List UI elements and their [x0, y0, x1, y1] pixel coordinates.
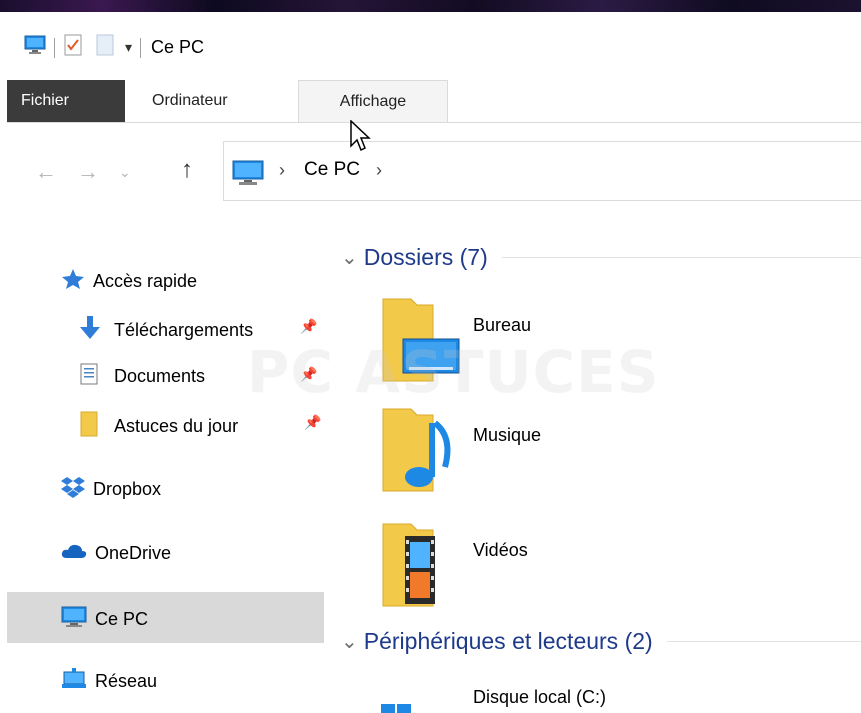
folder-item-musique[interactable]: Musique — [381, 407, 681, 497]
sidebar-item-label: Astuces du jour — [114, 416, 239, 436]
desktop-wallpaper-strip — [0, 0, 861, 12]
pin-icon[interactable]: 📌 — [300, 366, 317, 383]
group-header-dossiers[interactable]: ⌄ Dossiers (7) — [341, 244, 861, 271]
computer-icon — [24, 35, 46, 60]
chevron-down-icon[interactable]: ⌄ — [341, 629, 358, 654]
chevron-down-icon[interactable]: ⌄ — [341, 245, 358, 270]
sidebar-item-reseau[interactable]: Réseau — [61, 668, 157, 695]
address-bar[interactable]: › Ce PC › — [223, 141, 861, 201]
new-folder-icon[interactable] — [95, 34, 115, 61]
tab-affichage[interactable]: Affichage — [298, 80, 448, 122]
group-divider — [501, 257, 861, 258]
sidebar-item-label: Ce PC — [95, 609, 149, 629]
windows-drive-icon — [381, 703, 413, 713]
sidebar-item-label: Réseau — [95, 671, 158, 691]
drive-item-c[interactable]: Disque local (C:) — [381, 687, 781, 713]
folder-item-videos[interactable]: Vidéos — [381, 522, 681, 612]
qat-separator — [54, 37, 55, 58]
title-bar: ▾ Ce PC — [7, 12, 861, 80]
sidebar-item-label: Téléchargements — [114, 320, 254, 340]
sidebar-item-label: OneDrive — [95, 543, 172, 563]
group-header-peripheriques[interactable]: ⌄ Périphériques et lecteurs (2) — [341, 628, 861, 655]
sidebar-item-astuces-du-jour[interactable]: Astuces du jour 📌 — [80, 411, 321, 442]
arrow-left-icon[interactable]: ← — [35, 159, 57, 185]
document-icon — [80, 363, 98, 390]
ribbon-tabs: Fichier Ordinateur Affichage — [7, 80, 861, 122]
video-folder-icon — [381, 522, 461, 617]
star-icon — [61, 268, 85, 295]
window-title: Ce PC — [151, 37, 205, 57]
ribbon-divider — [7, 122, 861, 123]
sidebar-item-label: Accès rapide — [93, 271, 198, 291]
tab-ordinateur[interactable]: Ordinateur — [132, 80, 248, 122]
computer-icon — [232, 160, 264, 191]
sidebar-item-label: Dropbox — [93, 479, 162, 499]
folder-label: Vidéos — [473, 540, 528, 560]
breadcrumb-chevron[interactable]: › — [376, 160, 382, 181]
pin-icon[interactable]: 📌 — [300, 318, 317, 335]
navigation-pane: Accès rapide Téléchargements 📌 Documents… — [7, 202, 325, 713]
cloud-icon — [61, 542, 87, 565]
file-explorer-window: ▾ Ce PC Fichier Ordinateur Affichage ← →… — [7, 12, 861, 713]
selected-highlight — [7, 592, 324, 643]
folder-item-bureau[interactable]: Bureau — [381, 297, 681, 387]
sidebar-item-onedrive[interactable]: OneDrive — [61, 542, 171, 565]
sidebar-item-label: Documents — [114, 366, 206, 386]
breadcrumb-chevron[interactable]: › — [279, 160, 285, 181]
drive-label: Disque local (C:) — [473, 687, 607, 707]
tab-fichier[interactable]: Fichier — [7, 80, 125, 122]
desktop-folder-icon — [381, 297, 461, 392]
sidebar-item-documents[interactable]: Documents 📌 — [80, 363, 320, 390]
network-icon — [61, 668, 87, 695]
chevron-down-icon[interactable]: ⌄ — [119, 164, 131, 181]
sidebar-item-dropbox[interactable]: Dropbox — [61, 476, 161, 503]
folder-label: Musique — [473, 425, 542, 445]
mouse-cursor-icon — [350, 119, 372, 159]
quick-access-toolbar: ▾ Ce PC — [24, 34, 204, 61]
folder-icon — [80, 411, 98, 442]
group-divider — [666, 641, 861, 642]
dropbox-icon — [61, 476, 85, 503]
music-folder-icon — [381, 407, 461, 502]
content-pane: ⌄ Dossiers (7) Bureau Musique Vidéos ⌄ P… — [325, 202, 861, 713]
properties-icon[interactable] — [63, 34, 83, 61]
folder-label: Bureau — [473, 315, 532, 335]
group-title: Dossiers (7) — [363, 244, 488, 270]
sidebar-item-telechargements[interactable]: Téléchargements 📌 — [78, 315, 317, 346]
group-title: Périphériques et lecteurs (2) — [363, 628, 653, 654]
computer-icon — [61, 606, 87, 633]
breadcrumb-location[interactable]: Ce PC — [304, 159, 360, 181]
arrow-right-icon[interactable]: → — [77, 159, 99, 185]
pin-icon[interactable]: 📌 — [304, 414, 321, 431]
qat-separator — [140, 37, 142, 58]
arrow-up-icon[interactable]: ↑ — [181, 156, 193, 184]
sidebar-item-ce-pc[interactable]: Ce PC — [61, 606, 148, 633]
qat-customize-dropdown[interactable]: ▾ — [125, 39, 132, 56]
download-icon — [78, 315, 102, 346]
sidebar-item-acces-rapide[interactable]: Accès rapide — [61, 268, 197, 295]
